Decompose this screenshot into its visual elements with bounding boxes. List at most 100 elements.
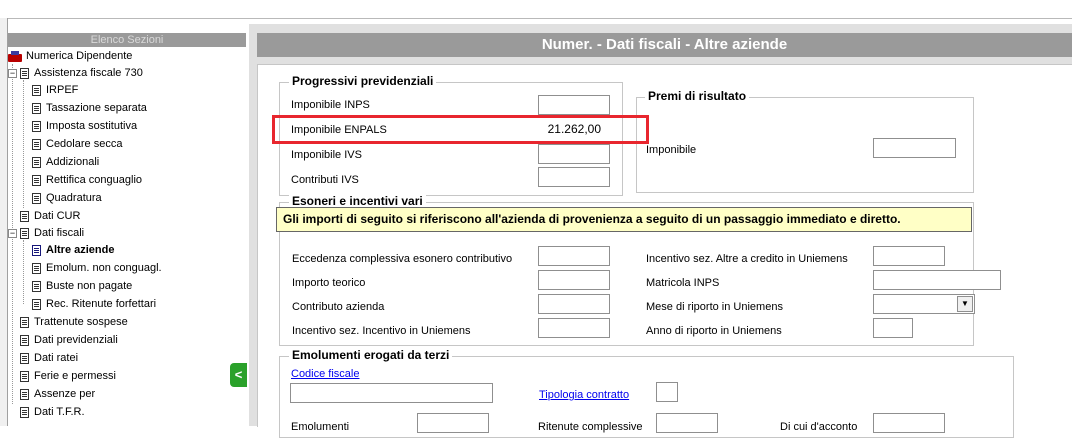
tree-item-dati-previdenziali[interactable]: Dati previdenziali (20, 332, 118, 348)
di-cui-acconto-label: Di cui d'acconto (780, 421, 858, 433)
document-icon (20, 388, 29, 400)
document-icon (32, 120, 41, 132)
tree-item-label: Trattenute sospese (34, 316, 128, 328)
tree-item-label: Addizionali (46, 156, 100, 168)
document-icon (32, 262, 41, 274)
tree-item-label: Numerica Dipendente (26, 50, 133, 62)
imponibile-ivs-label: Imponibile IVS (291, 149, 362, 161)
tree-item-buste-non-pagate[interactable]: Buste non pagate (32, 278, 132, 294)
matricola-inps-input[interactable] (873, 270, 1001, 290)
tree-item-assistenza-730[interactable]: − Assistenza fiscale 730 (8, 65, 143, 81)
tree-item-dati-cur[interactable]: Dati CUR (20, 208, 80, 224)
anno-riporto-label: Anno di riporto in Uniemens (646, 325, 782, 337)
tree-item-tassazione-separata[interactable]: Tassazione separata (32, 100, 147, 116)
document-icon (32, 244, 41, 256)
codice-fiscale-link[interactable]: Codice fiscale (291, 368, 359, 380)
tree-item-dati-ratei[interactable]: Dati ratei (20, 350, 78, 366)
tree-item-assenze-per[interactable]: Assenze per (20, 386, 95, 402)
premi-imponibile-input[interactable] (873, 138, 956, 158)
section-tree: Numerica Dipendente − Assistenza fiscale… (8, 48, 246, 426)
codice-fiscale-input[interactable] (290, 383, 493, 403)
tree-item-label: Quadratura (46, 192, 102, 204)
imponibile-inps-input[interactable] (538, 95, 610, 115)
esoneri-legend: Esoneri e incentivi vari (289, 194, 426, 208)
document-icon (20, 67, 29, 79)
tree-item-label: Imposta sostitutiva (46, 120, 138, 132)
contributo-azienda-input[interactable] (538, 294, 610, 314)
emolumenti-input[interactable] (417, 413, 489, 433)
tree-item-label: Buste non pagate (46, 280, 133, 292)
contributo-azienda-label: Contributo azienda (292, 301, 385, 313)
document-icon (32, 84, 41, 96)
tree-item-label: Assistenza fiscale 730 (34, 67, 143, 79)
mese-riporto-label: Mese di riporto in Uniemens (646, 301, 783, 313)
tree-item-label: Tassazione separata (46, 102, 147, 114)
tree-item-label: Dati CUR (34, 210, 81, 222)
tree-item-rettifica-conguaglio[interactable]: Rettifica conguaglio (32, 172, 142, 188)
document-icon (32, 102, 41, 114)
imponibile-ivs-input[interactable] (538, 144, 610, 164)
nav-header: Elenco Sezioni (8, 33, 246, 47)
contributi-ivs-input[interactable] (538, 167, 610, 187)
tree-item-label: Altre aziende (46, 244, 115, 256)
tree-item-label: Cedolare secca (46, 138, 123, 150)
left-strip (0, 18, 8, 426)
page-title: Numer. - Dati fiscali - Altre aziende (257, 33, 1072, 57)
tree-item-label: Ferie e permessi (34, 370, 116, 382)
tree-item-cedolare-secca[interactable]: Cedolare secca (32, 136, 122, 152)
document-icon (20, 352, 29, 364)
tree-item-label: Dati T.F.R. (34, 406, 85, 418)
collapse-sidebar-button[interactable]: < (230, 363, 247, 387)
tipologia-contratto-input[interactable] (656, 382, 678, 402)
tree-item-altre-aziende[interactable]: Altre aziende (32, 242, 114, 258)
incentivo-altre-input[interactable] (873, 246, 945, 266)
ritenute-complessive-label: Ritenute complessive (538, 421, 643, 433)
tree-item-dati-fiscali[interactable]: − Dati fiscali (8, 225, 84, 241)
tree-item-emolum-non-conguagl[interactable]: Emolum. non conguagl. (32, 260, 162, 276)
tree-root-numerica[interactable]: Numerica Dipendente (8, 48, 132, 64)
tree-item-label: IRPEF (46, 84, 79, 96)
tree-item-label: Dati fiscali (34, 227, 85, 239)
eccedenza-input[interactable] (538, 246, 610, 266)
matricola-inps-label: Matricola INPS (646, 277, 720, 289)
tree-item-quadratura[interactable]: Quadratura (32, 190, 102, 206)
tipologia-contratto-link[interactable]: Tipologia contratto (539, 389, 629, 401)
window-top-bar (0, 0, 1072, 19)
contributi-ivs-label: Contributi IVS (291, 174, 359, 186)
mese-riporto-select[interactable]: ▼ (873, 294, 975, 314)
di-cui-acconto-input[interactable] (873, 413, 945, 433)
emolumenti-legend: Emolumenti erogati da terzi (289, 348, 453, 362)
tree-item-label: Rec. Ritenute forfettari (46, 298, 157, 310)
incentivo-sez-input[interactable] (538, 318, 610, 338)
emolumenti-label: Emolumenti (291, 421, 350, 433)
folder-icon (8, 50, 22, 62)
tree-item-trattenute-sospese[interactable]: Trattenute sospese (20, 314, 128, 330)
imponibile-inps-label: Imponibile INPS (291, 99, 370, 111)
tree-item-imposta-sostitutiva[interactable]: Imposta sostitutiva (32, 118, 137, 134)
document-icon (32, 280, 41, 292)
incentivo-sez-label: Incentivo sez. Incentivo in Uniemens (292, 325, 471, 337)
document-icon (20, 370, 29, 382)
anno-riporto-input[interactable] (873, 318, 913, 338)
tree-item-irpef[interactable]: IRPEF (32, 82, 78, 98)
tree-line (23, 80, 24, 208)
importo-teorico-input[interactable] (538, 270, 610, 290)
tree-item-dati-tfr[interactable]: Dati T.F.R. (20, 404, 85, 420)
tree-item-rec-ritenute-forfettari[interactable]: Rec. Ritenute forfettari (32, 296, 156, 312)
ritenute-complessive-input[interactable] (656, 413, 718, 433)
tree-item-label: Assenze per (34, 388, 96, 400)
tree-item-addizionali[interactable]: Addizionali (32, 154, 99, 170)
document-icon (20, 316, 29, 328)
collapse-icon[interactable]: − (8, 228, 17, 238)
tree-line (23, 240, 24, 304)
eccedenza-label: Eccedenza complessiva esonero contributi… (292, 253, 513, 265)
esoneri-notice: Gli importi di seguito si riferiscono al… (276, 207, 972, 232)
collapse-icon[interactable]: − (8, 68, 17, 78)
tree-item-label: Rettifica conguaglio (46, 174, 143, 186)
progressivi-legend: Progressivi previdenziali (289, 74, 437, 88)
document-icon (32, 192, 41, 204)
dropdown-arrow-icon[interactable]: ▼ (957, 296, 973, 312)
tree-item-ferie-e-permessi[interactable]: Ferie e permessi (20, 368, 116, 384)
document-icon (20, 406, 29, 418)
document-icon (32, 174, 41, 186)
